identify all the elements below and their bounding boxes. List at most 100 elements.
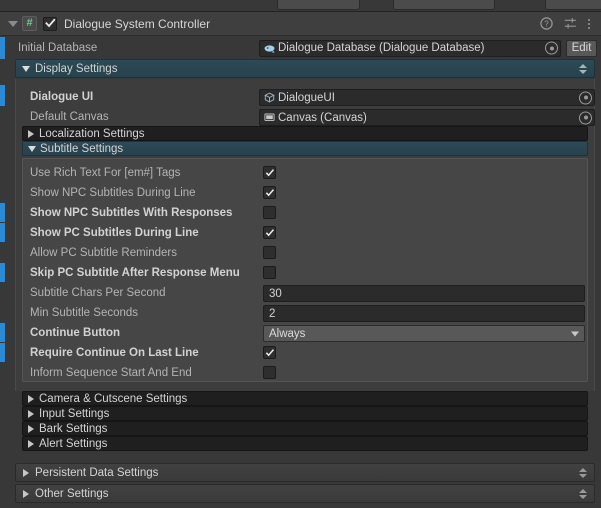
override-indicator [0, 323, 5, 342]
dialogue-ui-label: Dialogue UI [30, 91, 94, 103]
foldout-label: Camera & Cutscene Settings [39, 392, 188, 405]
preset-icon[interactable] [564, 17, 577, 30]
row-checkbox[interactable] [263, 206, 276, 219]
edit-button[interactable]: Edit [566, 39, 597, 57]
svg-text:?: ? [544, 20, 549, 29]
reorder-arrows-icon[interactable] [579, 488, 587, 499]
triangle-right-icon [28, 409, 34, 418]
row-label: Show NPC Subtitles With Responses [30, 207, 233, 219]
alert-settings-foldout[interactable]: Alert Settings [22, 436, 588, 451]
toolbar-button-1[interactable] [277, 0, 360, 10]
camera-cutscene-settings-foldout[interactable]: Camera & Cutscene Settings [22, 391, 588, 406]
continue-button-value: Always [269, 327, 306, 340]
row-skip-pc-subtitle-after-response-menu: Skip PC Subtitle After Response Menu [0, 263, 601, 283]
row-subtitle-chars-per-second: Subtitle Chars Per Second 30 [0, 283, 601, 303]
default-canvas-object-field[interactable]: Canvas (Canvas) [259, 109, 595, 126]
row-continue-button: Continue Button Always [0, 323, 601, 343]
row-checkbox[interactable] [263, 346, 276, 359]
row-checkbox[interactable] [263, 226, 276, 239]
row-show-npc-subtitles-during-line: Show NPC Subtitles During Line [0, 183, 601, 203]
persistent-data-settings-foldout[interactable]: Persistent Data Settings [15, 463, 595, 482]
triangle-right-icon [28, 424, 34, 433]
dialogue-ui-row: Dialogue UI DialogueUI [0, 85, 601, 108]
reorder-arrows-icon[interactable] [579, 63, 587, 74]
default-canvas-value: Canvas (Canvas) [278, 111, 367, 124]
component-enable-checkbox[interactable] [43, 16, 57, 31]
toolbar-button-3[interactable] [545, 0, 601, 10]
localization-settings-foldout[interactable]: Localization Settings [22, 126, 588, 141]
component-header[interactable]: # Dialogue System Controller ? [0, 12, 601, 36]
triangle-right-icon [28, 439, 34, 448]
script-icon: # [22, 16, 37, 31]
dialogue-ui-value: DialogueUI [278, 91, 335, 104]
other-settings-foldout[interactable]: Other Settings [15, 484, 595, 503]
row-use-rich-text: Use Rich Text For [em#] Tags [0, 163, 601, 183]
row-show-pc-subtitles-during-line: Show PC Subtitles During Line [0, 223, 601, 243]
toolbar-button-2[interactable] [393, 0, 495, 10]
bark-settings-foldout[interactable]: Bark Settings [22, 421, 588, 436]
triangle-down-icon[interactable] [8, 20, 18, 27]
row-label: Allow PC Subtitle Reminders [30, 247, 178, 259]
row-checkbox[interactable] [263, 266, 276, 279]
prefab-icon [264, 92, 275, 103]
row-label: Min Subtitle Seconds [30, 307, 139, 319]
triangle-right-icon [28, 394, 34, 403]
row-checkbox[interactable] [263, 166, 276, 179]
foldout-label: Alert Settings [39, 437, 108, 450]
row-min-subtitle-seconds: Min Subtitle Seconds 2 [0, 303, 601, 323]
override-indicator [0, 85, 5, 106]
subtitle-settings-foldout[interactable]: Subtitle Settings [22, 141, 588, 156]
row-checkbox[interactable] [263, 246, 276, 259]
foldout-label: Bark Settings [39, 422, 108, 435]
initial-database-label: Initial Database [18, 42, 98, 54]
initial-database-object-field[interactable]: Dialogue Database (Dialogue Database) [259, 39, 561, 57]
override-indicator [0, 343, 5, 362]
row-checkbox[interactable] [263, 186, 276, 199]
triangle-right-icon [23, 468, 29, 477]
subtitle-chars-per-second-input[interactable]: 30 [263, 285, 585, 302]
localization-settings-label: Localization Settings [39, 127, 145, 140]
triangle-right-icon [23, 489, 29, 498]
row-label: Require Continue On Last Line [30, 347, 199, 359]
checkmark-icon [265, 168, 274, 176]
triangle-right-icon [28, 129, 34, 138]
component-title: Dialogue System Controller [64, 16, 211, 31]
row-checkbox[interactable] [263, 366, 276, 379]
override-indicator [0, 263, 5, 282]
foldout-label: Input Settings [39, 407, 110, 420]
row-label: Skip PC Subtitle After Response Menu [30, 267, 240, 279]
toolbar-strip-cropped [0, 0, 601, 12]
continue-button-dropdown[interactable]: Always [263, 325, 585, 342]
row-allow-pc-subtitle-reminders: Allow PC Subtitle Reminders [0, 243, 601, 263]
min-subtitle-seconds-input[interactable]: 2 [263, 305, 585, 322]
row-label: Show NPC Subtitles During Line [30, 187, 196, 199]
kebab-menu-icon[interactable] [588, 18, 590, 29]
unity-inspector-panel: # Dialogue System Controller ? Initial D… [0, 0, 601, 508]
row-label: Continue Button [30, 327, 121, 339]
row-inform-sequence-start-and-end: Inform Sequence Start And End [0, 363, 601, 383]
triangle-down-icon [22, 65, 30, 72]
initial-database-value: Dialogue Database (Dialogue Database) [278, 42, 485, 54]
subtitle-settings-label: Subtitle Settings [40, 142, 124, 155]
row-label: Show PC Subtitles During Line [30, 227, 199, 239]
display-settings-foldout[interactable]: Display Settings [15, 59, 595, 78]
object-picker-icon[interactable] [545, 41, 558, 55]
override-indicator [0, 37, 5, 59]
row-label: Use Rich Text For [em#] Tags [30, 167, 181, 179]
checkmark-icon [265, 348, 274, 356]
object-picker-icon[interactable] [579, 111, 592, 124]
canvas-icon [264, 112, 275, 123]
object-picker-icon[interactable] [579, 91, 592, 104]
chevron-down-icon [571, 331, 579, 336]
dialogue-ui-object-field[interactable]: DialogueUI [259, 89, 595, 106]
input-settings-foldout[interactable]: Input Settings [22, 406, 588, 421]
help-icon[interactable]: ? [540, 17, 553, 30]
foldout-label: Other Settings [35, 487, 109, 500]
row-label: Inform Sequence Start And End [30, 367, 192, 379]
initial-database-row: Initial Database Dialogue Database (Dial… [0, 37, 601, 59]
reorder-arrows-icon[interactable] [579, 467, 587, 478]
database-icon [264, 43, 275, 54]
checkmark-icon [44, 18, 56, 28]
display-settings-label: Display Settings [35, 62, 118, 75]
row-show-npc-subtitles-with-responses: Show NPC Subtitles With Responses [0, 203, 601, 223]
